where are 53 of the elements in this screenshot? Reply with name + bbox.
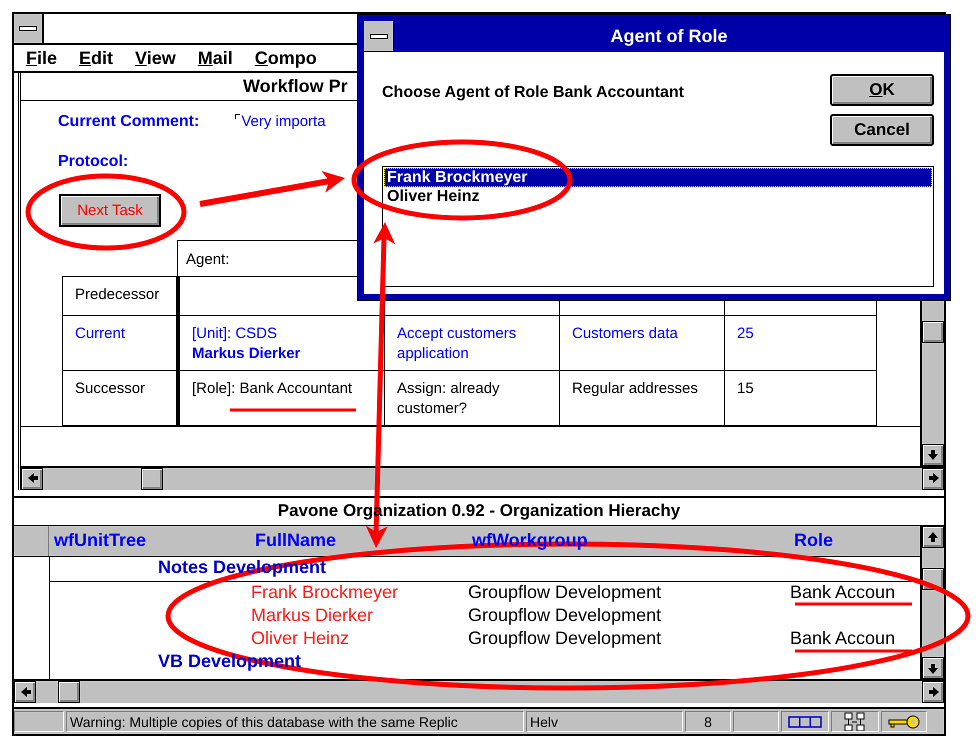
font-name[interactable]: Helv — [526, 711, 683, 732]
column-header[interactable]: wfUnitTree — [49, 526, 250, 556]
table-cell: Accept customers application — [385, 316, 560, 371]
scroll-left-button[interactable] — [21, 468, 43, 490]
column-header[interactable]: Role — [789, 526, 907, 556]
table-cell: 25 — [725, 316, 877, 371]
scroll-thumb[interactable] — [58, 681, 80, 703]
scroll-thumb[interactable] — [141, 468, 163, 490]
table-cell-text: Groupflow Development — [468, 582, 662, 602]
table-cell-text: Groupflow Development — [468, 604, 662, 625]
scroll-down-button[interactable] — [922, 444, 944, 466]
table-cell: Customers data — [560, 316, 725, 371]
table-cell-text: Bank Accoun — [790, 582, 896, 602]
table-cell-text: Groupflow Development — [468, 628, 662, 648]
table-cell-text: Frank Brockmeyer — [251, 582, 400, 602]
column-header[interactable]: FullName — [250, 526, 467, 556]
menu-item[interactable]: Edit — [79, 48, 114, 69]
scroll-left-button[interactable] — [14, 681, 36, 703]
dialog-prompt: Choose Agent of Role Bank Accountant — [382, 83, 685, 103]
menu-item[interactable]: Mail — [198, 48, 233, 69]
agent-list[interactable]: Frank Brockmeyer Oliver Heinz — [382, 166, 934, 287]
cancel-button[interactable]: Cancel — [830, 114, 934, 146]
system-menu-button[interactable] — [14, 14, 44, 44]
system-menu-button[interactable] — [364, 21, 394, 51]
field-label: Protocol: — [58, 152, 130, 171]
scroll-right-button[interactable] — [922, 468, 944, 490]
status-message: Warning: Multiple copies of this database with the same Replic — [66, 711, 524, 732]
status-panel — [14, 711, 64, 732]
table-cell-text: Markus Dierker — [251, 604, 374, 625]
scroll-right-button[interactable] — [922, 681, 944, 703]
ok-button[interactable]: OK — [830, 74, 934, 106]
menu-item[interactable]: View — [135, 48, 176, 69]
scroll-down-button[interactable] — [922, 657, 944, 679]
menu-item[interactable]: Compo — [254, 48, 317, 69]
list-item[interactable]: Oliver Heinz — [384, 187, 932, 206]
field-label: Current Comment: — [58, 112, 200, 131]
network-icon[interactable] — [844, 712, 866, 731]
table-cell-text: Bank Accoun — [790, 628, 896, 648]
down-arrow-icon — [926, 447, 940, 462]
comment-field[interactable]: Very importa — [235, 113, 326, 130]
table-cell-text: Oliver Heinz — [251, 628, 350, 648]
panes-icon[interactable] — [788, 716, 822, 728]
row-label: Predecessor — [62, 276, 177, 316]
scroll-up-button[interactable] — [922, 526, 944, 548]
list-item[interactable]: Frank Brockmeyer — [384, 168, 932, 187]
table-cell: [Unit]: CSDS Markus Dierker — [177, 316, 385, 371]
key-icon[interactable] — [887, 714, 921, 728]
font-size[interactable]: 8 — [685, 711, 731, 732]
menu-item[interactable]: File — [26, 48, 58, 69]
scroll-thumb[interactable] — [922, 320, 944, 343]
status-panel — [733, 711, 779, 732]
dialog-title: Agent of Role — [610, 26, 728, 46]
row-label: Current — [62, 316, 177, 371]
